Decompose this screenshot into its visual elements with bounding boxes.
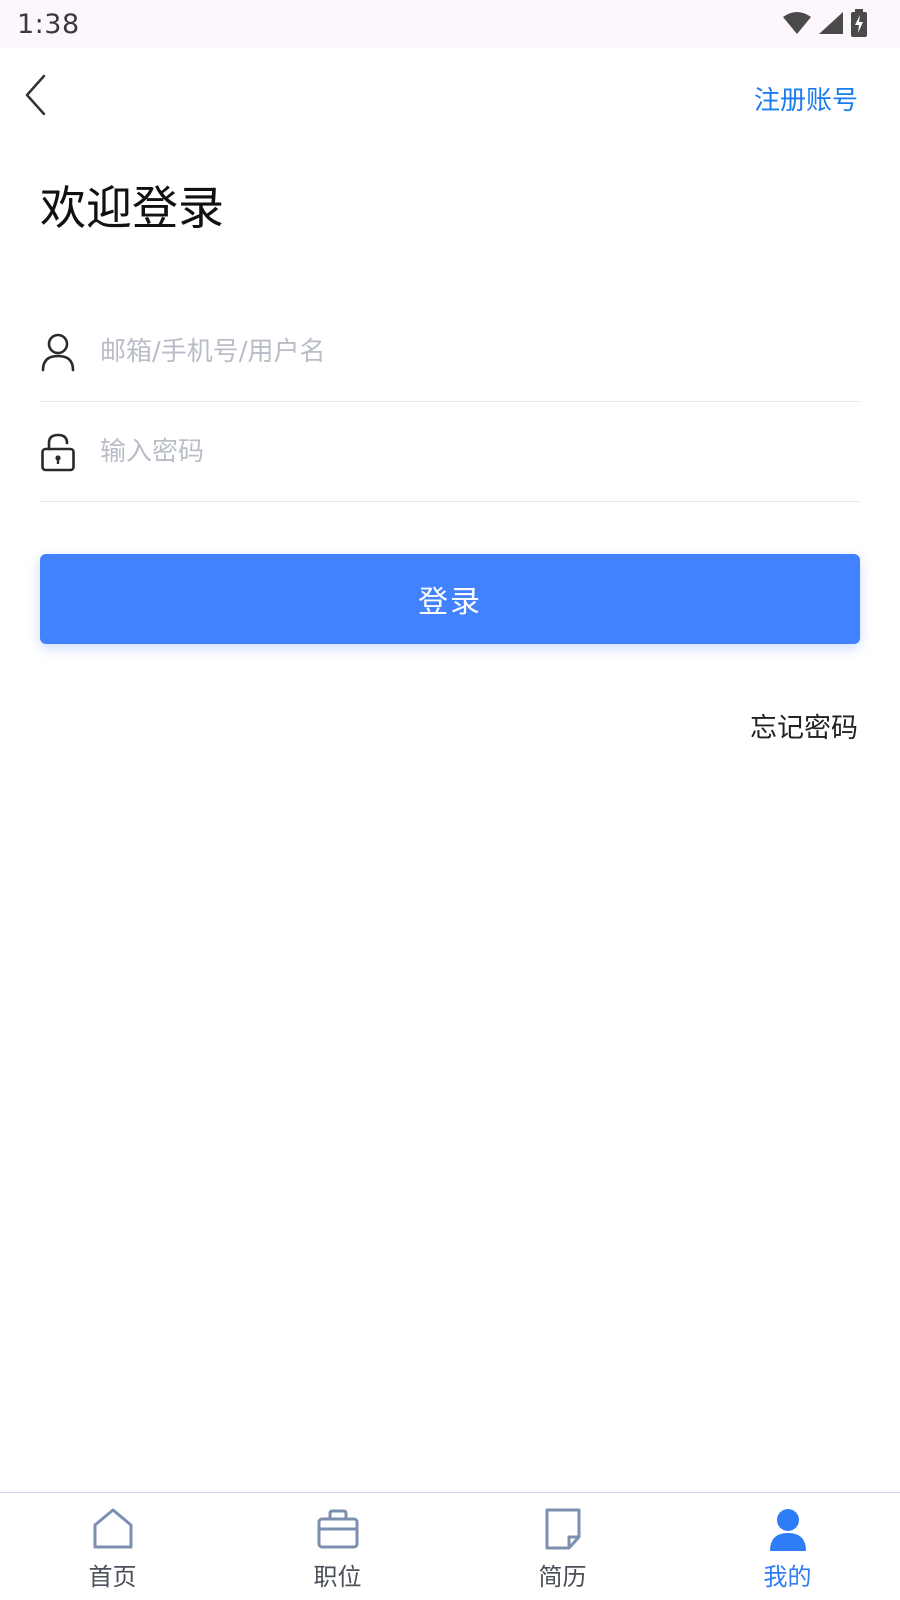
- document-icon: [545, 1508, 580, 1550]
- register-account-link[interactable]: 注册账号: [754, 80, 858, 117]
- tab-mine[interactable]: 我的: [675, 1493, 900, 1600]
- wifi-icon: [783, 12, 811, 34]
- status-icons: [782, 9, 868, 37]
- home-icon: [93, 1508, 132, 1549]
- page-title: 欢迎登录: [40, 181, 224, 235]
- password-input[interactable]: [100, 428, 840, 476]
- tab-jobs[interactable]: 职位: [225, 1493, 450, 1600]
- tab-label: 首页: [88, 1563, 137, 1591]
- username-field-row: [40, 302, 860, 402]
- username-input[interactable]: [100, 328, 840, 376]
- profile-icon: [769, 1509, 806, 1551]
- tab-home[interactable]: 首页: [0, 1493, 225, 1600]
- status-time: 1:38: [17, 9, 80, 40]
- password-field-row: [40, 402, 860, 502]
- tab-label: 简历: [538, 1563, 587, 1591]
- login-button[interactable]: 登录: [40, 554, 860, 644]
- back-button[interactable]: [18, 72, 58, 118]
- tab-resume[interactable]: 简历: [450, 1493, 675, 1600]
- chevron-left-icon: [25, 74, 46, 116]
- signal-icon: [819, 12, 843, 34]
- lock-icon: [41, 433, 75, 472]
- bottom-tab-bar: 首页 职位 简历 我的: [0, 1492, 900, 1600]
- tab-label: 我的: [763, 1563, 812, 1591]
- forgot-password-link[interactable]: 忘记密码: [750, 706, 858, 745]
- briefcase-icon: [317, 1509, 358, 1549]
- battery-charging-icon: [851, 9, 867, 37]
- tab-label: 职位: [313, 1563, 362, 1591]
- status-bar: 1:38: [0, 0, 900, 48]
- user-icon: [41, 333, 75, 372]
